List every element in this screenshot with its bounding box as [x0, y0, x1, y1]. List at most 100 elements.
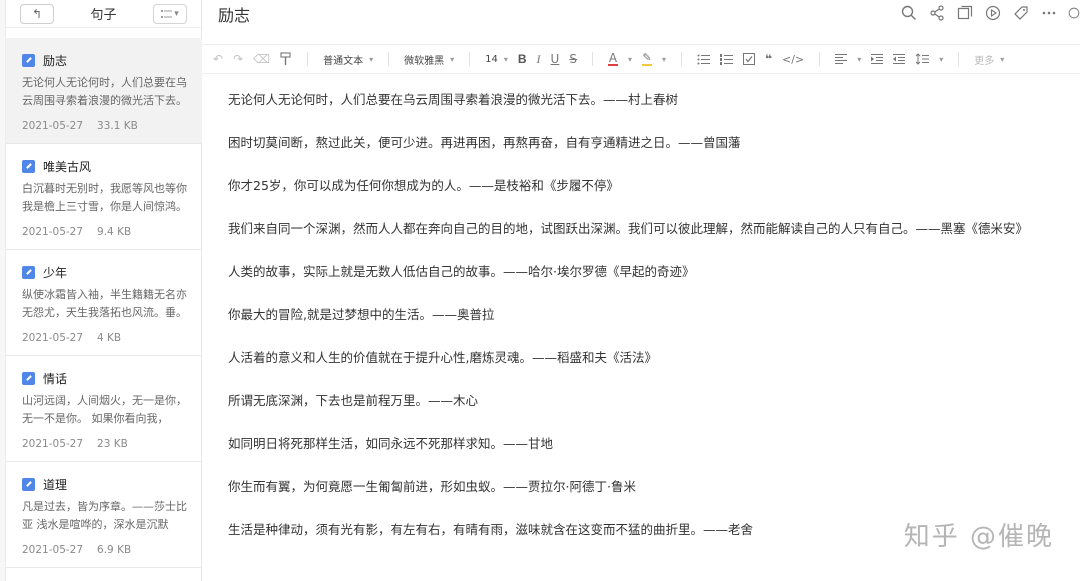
note-title: 道理 [43, 477, 68, 492]
body-paragraph: 所谓无底深渊，下去也是前程万里。——木心 [228, 393, 479, 408]
note-title: 励志 [43, 53, 68, 68]
note-icon [22, 265, 35, 279]
note-list: 励志 无论何人无论何时，人们总要在乌云周围寻索着浪漫的微光活下去。 2021-0… [6, 38, 202, 568]
toolbar-divider [307, 52, 309, 66]
toolbar-divider [958, 52, 960, 66]
note-title: 少年 [43, 265, 68, 280]
font-size-select[interactable]: 14 ▾ [480, 48, 513, 70]
underline-icon[interactable]: U [546, 48, 565, 70]
note-title: 情话 [43, 371, 68, 386]
note-date: 2021-05-27 [22, 332, 84, 344]
more-tools-label: 更多 [974, 55, 995, 67]
bold-icon[interactable]: B [513, 48, 532, 70]
numbered-list-icon[interactable] [715, 48, 738, 70]
note-size: 4 KB [97, 332, 122, 344]
note-size: 6.9 KB [97, 544, 132, 556]
document-title[interactable]: 励志 [218, 2, 250, 26]
note-icon [22, 371, 35, 385]
note-item[interactable]: 情话 山河远阔，人间烟火，无一是你，无一不是你。 如果你看向我，我。 2021-… [6, 356, 202, 462]
paragraph-style-select[interactable]: 普通文本 ▾ [318, 48, 378, 70]
strikethrough-icon[interactable]: S [564, 48, 582, 70]
sidebar-header: ↰ 句子 ▾ [6, 0, 201, 28]
highlight-icon[interactable]: ✎ [637, 48, 657, 70]
view-mode-button[interactable]: ▾ [152, 3, 187, 24]
font-family-value: 微软雅黑 [404, 55, 445, 67]
tag-icon[interactable] [1012, 4, 1030, 22]
toolbar-divider [591, 52, 593, 66]
more-icon[interactable] [1040, 4, 1058, 22]
note-item[interactable]: 唯美古风 白沉暮时无别时，我愿等风也等你 我是檐上三寸雪，你是人间惊鸿。 202… [6, 144, 202, 250]
chevron-down-icon: ▾ [369, 54, 374, 64]
window-icon[interactable] [956, 4, 974, 22]
body-paragraph: 如同明日将死那样生活，如同永远不死那样求知。——甘地 [228, 436, 554, 451]
note-preview: 凡是过去，皆为序章。——莎士比亚 浅水是喧哗的，深水是沉默的。 [22, 500, 187, 531]
indent-icon[interactable] [866, 48, 888, 70]
more-tools-button[interactable]: 更多 ▾ [969, 48, 1009, 70]
chevron-down-icon: ▾ [174, 8, 179, 19]
share-icon[interactable] [928, 4, 946, 22]
paragraph-style-value: 普通文本 [323, 55, 364, 67]
editor-titlebar: 励志 [202, 0, 1080, 28]
format-painter-icon[interactable] [275, 48, 297, 70]
clock-icon[interactable] [1068, 4, 1080, 22]
bullet-list-icon[interactable] [692, 48, 715, 70]
chevron-down-icon[interactable]: ▾ [623, 48, 637, 70]
body-paragraph: 人类的故事，实际上就是无数人低估自己的故事。——哈尔·埃尔罗德《早起的奇迹》 [228, 264, 695, 279]
note-icon [22, 477, 35, 491]
note-preview: 山河远阔，人间烟火，无一是你，无一不是你。 如果你看向我，我。 [22, 394, 187, 425]
quote-icon[interactable]: ❝ [760, 48, 777, 70]
redo-icon[interactable]: ↷ [228, 48, 248, 70]
checklist-icon[interactable] [738, 48, 760, 70]
outdent-icon[interactable] [888, 48, 910, 70]
note-date: 2021-05-27 [22, 120, 84, 132]
chevron-down-icon: ▾ [503, 54, 508, 64]
chevron-down-icon: ▾ [450, 54, 455, 64]
body-paragraph: 我们来自同一个深渊，然而人人都在奔向自己的目的地，试图跃出深渊。我们可以彼此理解… [228, 221, 1029, 236]
font-family-select[interactable]: 微软雅黑 ▾ [399, 48, 459, 70]
body-paragraph: 你生而有翼，为何竟愿一生匍匐前进，形如虫蚁。——贾拉尔·阿德丁·鲁米 [228, 479, 636, 494]
back-arrow-icon: ↰ [31, 6, 43, 21]
toolbar-divider [681, 52, 682, 66]
body-paragraph: 困时切莫间断，熬过此关，便可少进。再进再困，再熬再奋，自有亨通精进之日。——曾国… [228, 135, 741, 150]
chevron-down-icon[interactable]: ▾ [934, 48, 948, 70]
body-paragraph: 你最大的冒险,就是过梦想中的生活。——奥普拉 [228, 307, 495, 322]
watermark: 知乎 @催晚 [903, 522, 1054, 552]
note-size: 9.4 KB [97, 226, 132, 238]
text-color-icon[interactable]: A [603, 48, 623, 70]
note-size: 33.1 KB [97, 120, 138, 132]
note-preview: 无论何人无论何时，人们总要在乌云周围寻索着浪漫的微光活下去。 [22, 76, 187, 107]
font-size-value: 14 [485, 53, 498, 65]
align-icon[interactable] [830, 48, 852, 70]
back-button[interactable]: ↰ [20, 3, 54, 24]
note-item[interactable]: 道理 凡是过去，皆为序章。——莎士比亚 浅水是喧哗的，深水是沉默的。 2021-… [6, 462, 202, 568]
note-item[interactable]: 少年 纵使冰霜皆入袖，半生籍籍无名亦无怨尤，天生我落拓也风流。垂。 2021-0… [6, 250, 202, 356]
chevron-down-icon[interactable]: ▾ [657, 48, 671, 70]
chevron-down-icon[interactable]: ▾ [852, 48, 866, 70]
body-paragraph: 你才25岁，你可以成为任何你想成为的人。——是枝裕和《步履不停》 [228, 178, 619, 193]
list-view-icon [161, 9, 173, 18]
note-icon [22, 53, 35, 67]
notes-sidebar: ↰ 句子 ▾ 励志 无论何人无论何时，人们总要在乌云周围寻索着浪漫的微光活下去。… [6, 0, 202, 581]
line-height-icon[interactable] [910, 48, 934, 70]
search-icon[interactable] [900, 4, 918, 22]
code-icon[interactable]: </> [777, 48, 809, 70]
italic-icon[interactable]: I [532, 48, 546, 70]
undo-icon[interactable]: ↶ [208, 48, 228, 70]
document-body[interactable]: 无论何人无论何时，人们总要在乌云周围寻索着浪漫的微光活下去。——村上春树 困时切… [228, 88, 1080, 561]
body-paragraph: 人活着的意义和人生的价值就在于提升心性,磨炼灵魂。——稻盛和夫《活法》 [228, 350, 657, 365]
note-date: 2021-05-27 [22, 438, 84, 450]
note-date: 2021-05-27 [22, 226, 84, 238]
editor-pane: 励志 ↶ ↷ ⌫ 普通文本 ▾ 微软雅黑 ▾ 14 ▾ B I U S A ▾ … [202, 0, 1080, 581]
note-date: 2021-05-27 [22, 544, 84, 556]
chevron-down-icon: ▾ [1000, 54, 1005, 64]
present-icon[interactable] [984, 4, 1002, 22]
note-item[interactable]: 励志 无论何人无论何时，人们总要在乌云周围寻索着浪漫的微光活下去。 2021-0… [6, 38, 202, 144]
note-preview: 纵使冰霜皆入袖，半生籍籍无名亦无怨尤，天生我落拓也风流。垂。 [22, 288, 187, 319]
note-title: 唯美古风 [43, 159, 92, 174]
body-paragraph: 无论何人无论何时，人们总要在乌云周围寻索着浪漫的微光活下去。——村上春树 [228, 92, 679, 107]
clear-format-icon[interactable]: ⌫ [248, 48, 275, 70]
toolbar-divider [819, 52, 821, 66]
note-preview: 白沉暮时无别时，我愿等风也等你 我是檐上三寸雪，你是人间惊鸿。 [22, 182, 187, 213]
folder-title: 句子 [90, 8, 117, 23]
toolbar-divider [388, 52, 390, 66]
